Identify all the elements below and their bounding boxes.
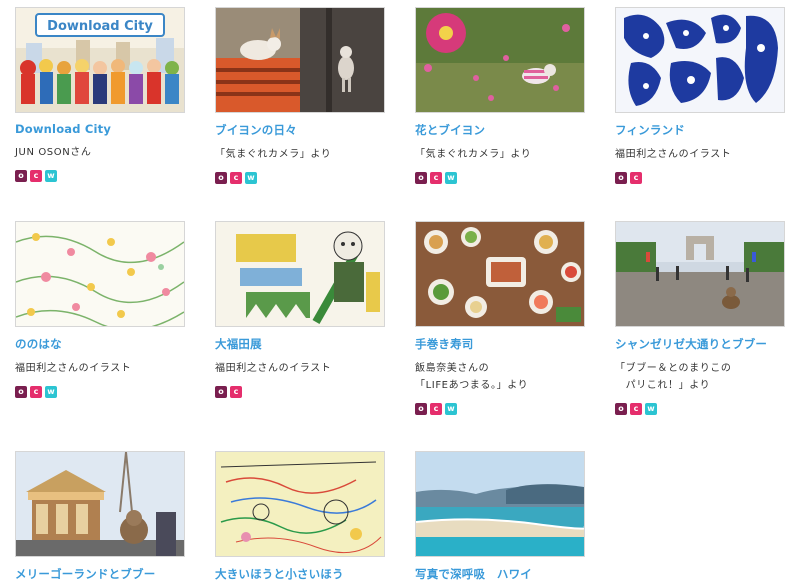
daifukuda-illustration: [216, 222, 384, 326]
wallpaper-card[interactable]: 大きいほうと小さいほう: [215, 451, 385, 582]
download-badges: o c w: [15, 170, 185, 182]
thumbnail-finland[interactable]: [615, 7, 785, 113]
download-badges: o c: [215, 386, 385, 398]
badge-o-button[interactable]: o: [615, 403, 627, 415]
download-badges: o c w: [415, 172, 585, 184]
card-title[interactable]: フィンランド: [615, 122, 785, 138]
card-title[interactable]: 写真で深呼吸 ハワイ: [415, 566, 585, 582]
scribble-illustration: [216, 452, 384, 556]
card-title[interactable]: メリーゴーランドとブブー: [15, 566, 185, 582]
badge-c-button[interactable]: c: [30, 170, 42, 182]
card-description: 「気まぐれカメラ」より: [215, 149, 332, 160]
thumbnail-nonohana[interactable]: [15, 221, 185, 327]
card-description: 「ブブー＆とのまりこの パリこれ！」より: [615, 363, 732, 391]
wallpaper-card[interactable]: 写真で深呼吸 ハワイ: [415, 451, 585, 582]
badge-w-button[interactable]: w: [445, 403, 457, 415]
wallpaper-card[interactable]: 手巻き寿司 飯島奈美さんの 「LIFEあつまる。」より o c w: [415, 221, 585, 415]
download-badges: o c w: [615, 403, 785, 415]
badge-o-button[interactable]: o: [615, 172, 627, 184]
thumbnail-bouillon-days[interactable]: [215, 7, 385, 113]
food-table-photo: [416, 222, 584, 326]
download-city-illustration: Download City: [16, 8, 184, 112]
badge-w-button[interactable]: w: [245, 172, 257, 184]
finland-illustration: [616, 8, 784, 112]
thumbnail-merry-go-round[interactable]: [15, 451, 185, 557]
wallpaper-card[interactable]: メリーゴーランドとブブー: [15, 451, 185, 582]
card-title[interactable]: ブイヨンの日々: [215, 122, 385, 138]
card-description: 福田利之さんのイラスト: [15, 363, 132, 374]
wallpaper-card[interactable]: 大福田展 福田利之さんのイラスト o c: [215, 221, 385, 398]
badge-w-button[interactable]: w: [645, 403, 657, 415]
download-badges: o c w: [415, 403, 585, 415]
download-badges: o c: [615, 172, 785, 184]
badge-c-button[interactable]: c: [630, 403, 642, 415]
card-title[interactable]: 花とブイヨン: [415, 122, 585, 138]
badge-w-button[interactable]: w: [445, 172, 457, 184]
download-badges: o c w: [15, 386, 185, 398]
champs-elysees-photo: [616, 222, 784, 326]
card-title[interactable]: 大福田展: [215, 336, 385, 352]
badge-w-button[interactable]: w: [45, 170, 57, 182]
card-description: 福田利之さんのイラスト: [615, 149, 732, 160]
thumb-download-city-text: Download City: [47, 19, 153, 34]
thumbnail-flowers-bouillon[interactable]: [415, 7, 585, 113]
badge-o-button[interactable]: o: [415, 172, 427, 184]
card-description: 福田利之さんのイラスト: [215, 363, 332, 374]
card-description: JUN OSONさん: [15, 147, 92, 158]
carousel-photo: [16, 452, 184, 556]
badge-c-button[interactable]: c: [430, 403, 442, 415]
wallpaper-card[interactable]: シャンゼリゼ大通りとブブー 「ブブー＆とのまりこの パリこれ！」より o c w: [615, 221, 785, 415]
card-title[interactable]: Download City: [15, 122, 185, 136]
flower-pattern-illustration: [16, 222, 184, 326]
badge-c-button[interactable]: c: [230, 386, 242, 398]
card-title[interactable]: ののはな: [15, 336, 185, 352]
badge-o-button[interactable]: o: [215, 386, 227, 398]
badge-c-button[interactable]: c: [630, 172, 642, 184]
wallpaper-card[interactable]: Download City Download City JUN OSONさん o…: [15, 7, 185, 182]
card-title[interactable]: 大きいほうと小さいほう: [215, 566, 385, 582]
wallpaper-card[interactable]: ののはな 福田利之さんのイラスト o c w: [15, 221, 185, 398]
badge-o-button[interactable]: o: [415, 403, 427, 415]
wallpaper-card[interactable]: ブイヨンの日々 「気まぐれカメラ」より o c w: [215, 7, 385, 184]
badge-o-button[interactable]: o: [215, 172, 227, 184]
badge-c-button[interactable]: c: [30, 386, 42, 398]
dog-photo-image: [216, 8, 384, 112]
flower-photo-image: [416, 8, 584, 112]
card-title[interactable]: シャンゼリゼ大通りとブブー: [615, 336, 785, 352]
thumbnail-temaki-sushi[interactable]: [415, 221, 585, 327]
thumbnail-daifukuda[interactable]: [215, 221, 385, 327]
wallpaper-card[interactable]: 花とブイヨン 「気まぐれカメラ」より o c w: [415, 7, 585, 184]
thumbnail-champs-elysees[interactable]: [615, 221, 785, 327]
badge-c-button[interactable]: c: [430, 172, 442, 184]
card-description: 飯島奈美さんの 「LIFEあつまる。」より: [415, 363, 529, 391]
card-title[interactable]: 手巻き寿司: [415, 336, 585, 352]
download-badges: o c w: [215, 172, 385, 184]
badge-w-button[interactable]: w: [45, 386, 57, 398]
thumbnail-download-city[interactable]: Download City: [15, 7, 185, 113]
hawaii-beach-photo: [416, 452, 584, 556]
badge-o-button[interactable]: o: [15, 386, 27, 398]
badge-o-button[interactable]: o: [15, 170, 27, 182]
thumbnail-hawaii[interactable]: [415, 451, 585, 557]
thumbnail-big-and-small[interactable]: [215, 451, 385, 557]
wallpaper-card[interactable]: フィンランド 福田利之さんのイラスト o c: [615, 7, 785, 184]
badge-c-button[interactable]: c: [230, 172, 242, 184]
card-description: 「気まぐれカメラ」より: [415, 149, 532, 160]
